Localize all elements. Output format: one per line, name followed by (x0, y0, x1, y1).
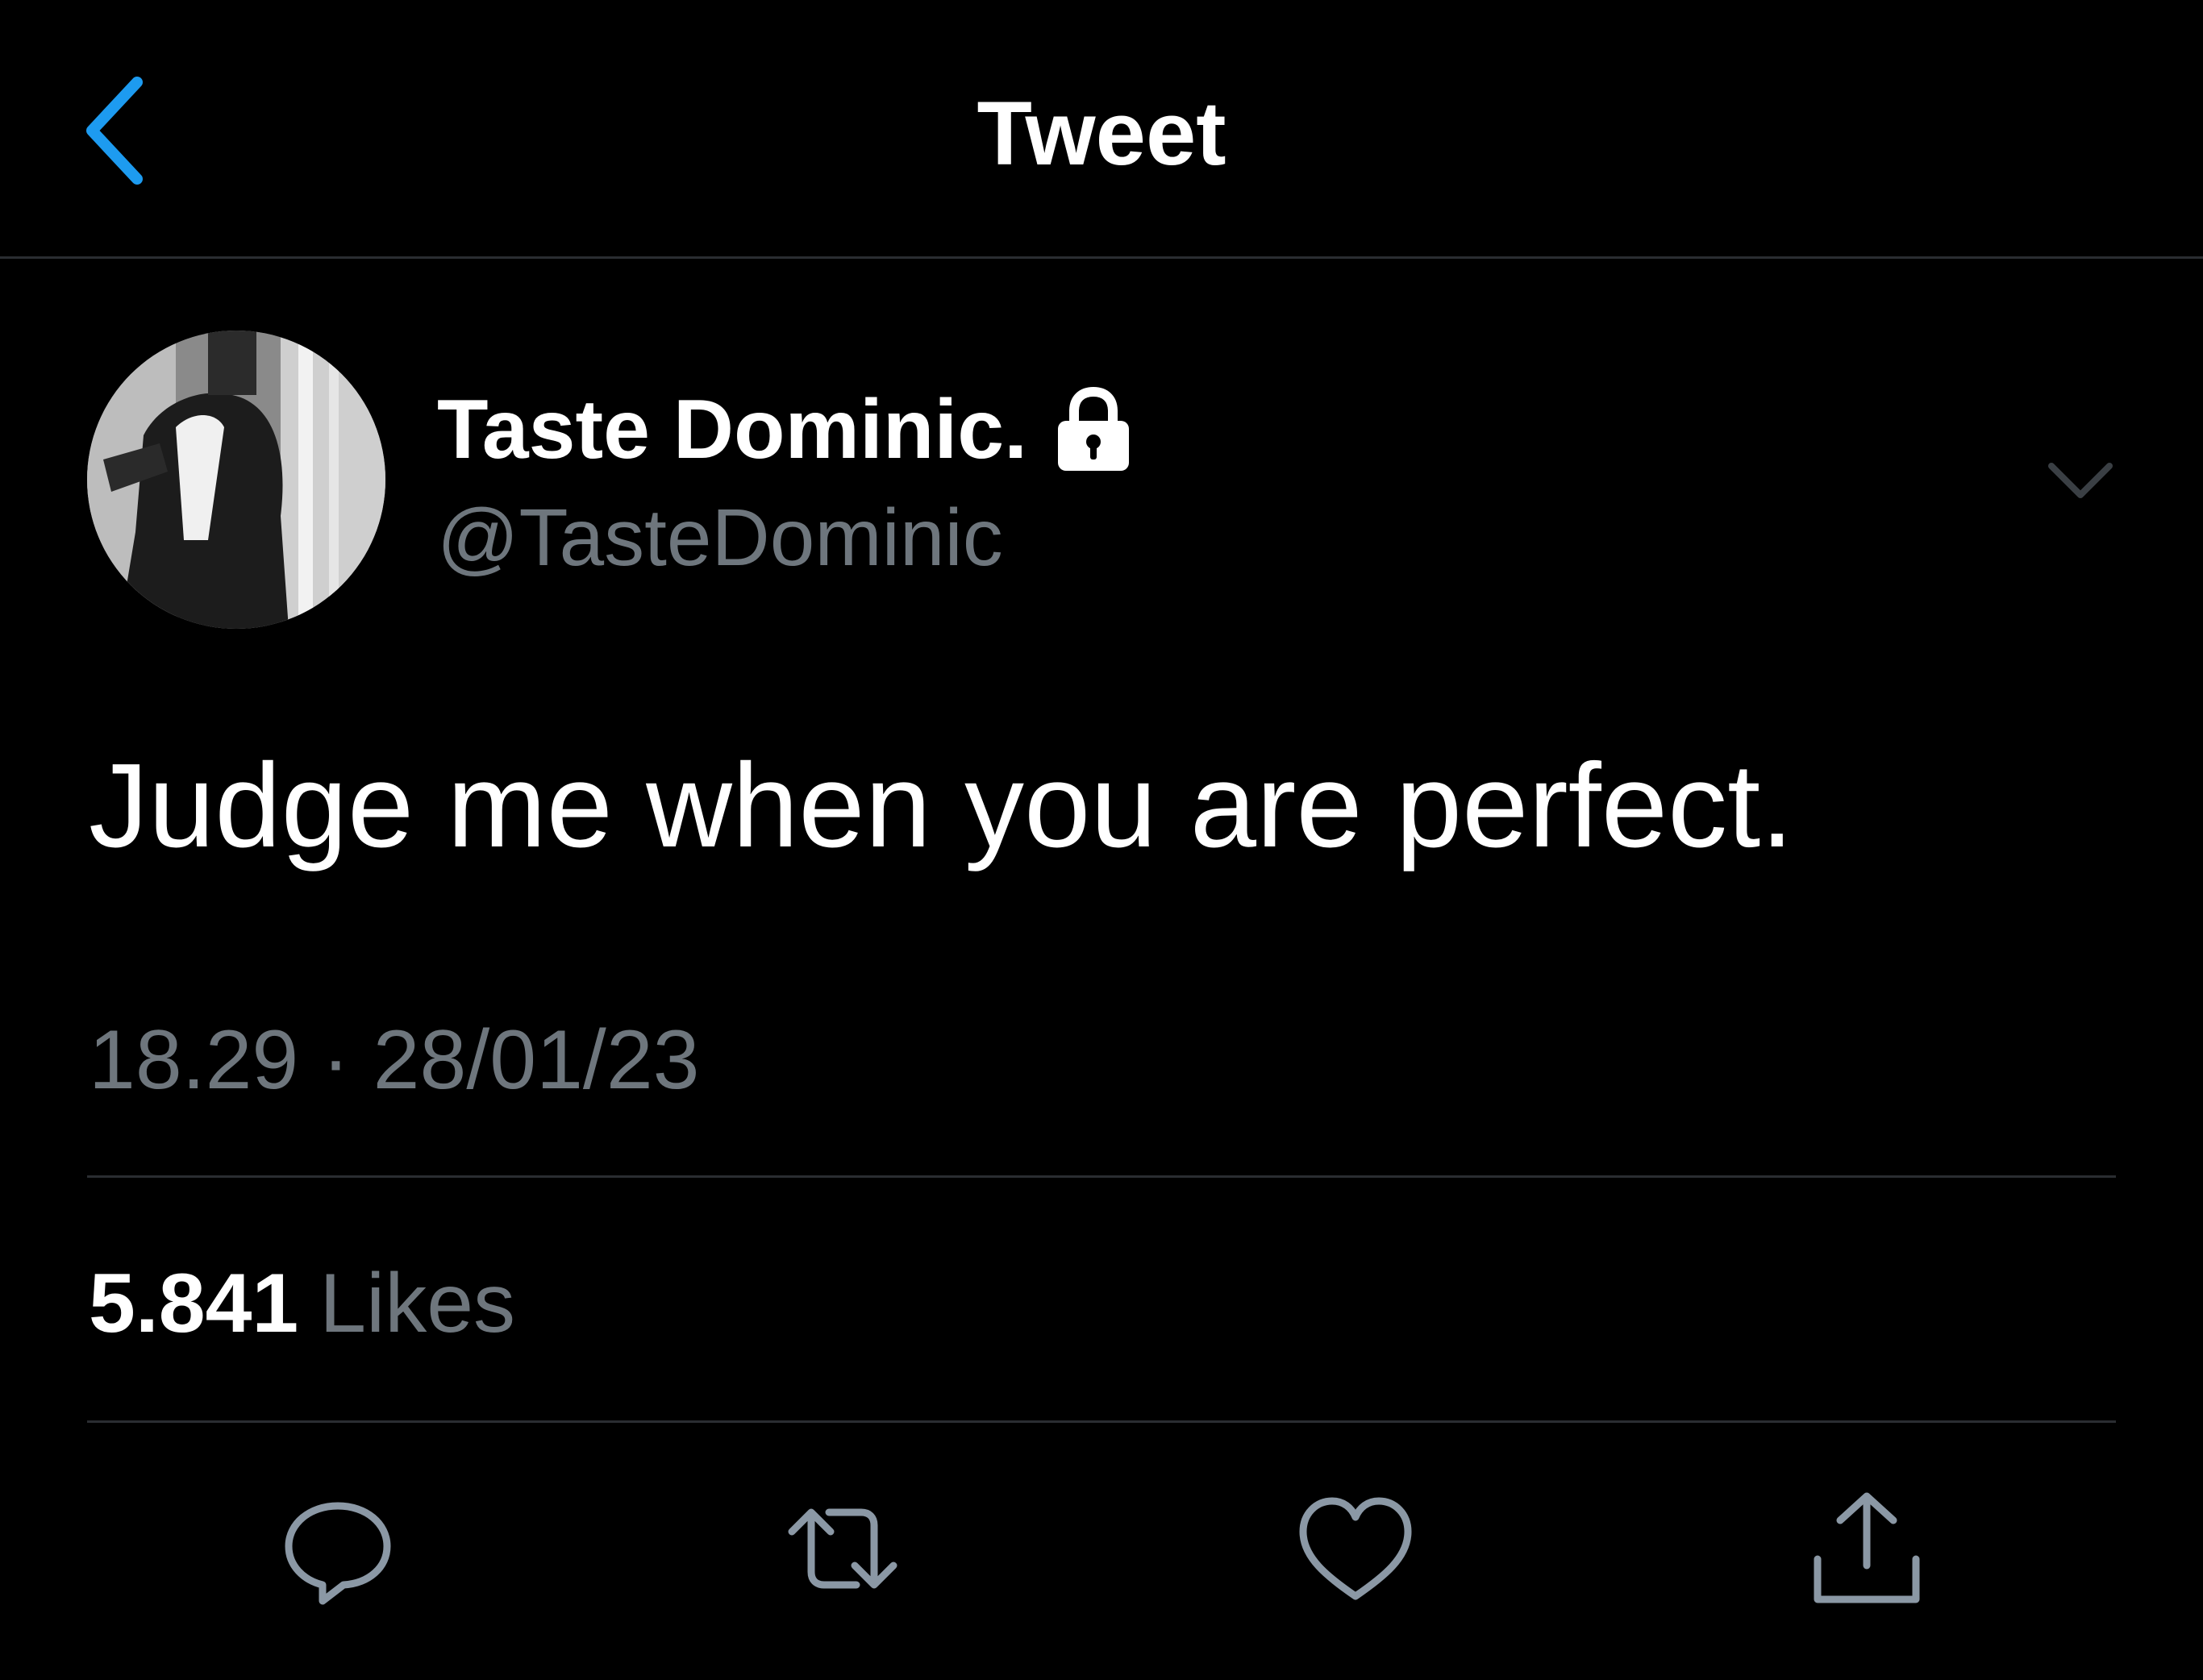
profile-photo (87, 331, 385, 629)
lock-icon (1058, 386, 1130, 471)
author-name-row[interactable]: Taste Dominic. (437, 377, 1135, 482)
retweet-button[interactable] (782, 1488, 903, 1609)
divider (87, 1420, 2116, 1423)
like-button[interactable] (1295, 1488, 1416, 1609)
divider (87, 1175, 2116, 1178)
header-divider (0, 256, 2203, 259)
likes-count: 5.841 (89, 1257, 299, 1350)
more-options-button[interactable] (2040, 448, 2121, 513)
avatar[interactable] (87, 331, 385, 629)
reply-button[interactable] (277, 1488, 398, 1609)
chevron-down-icon (2048, 463, 2113, 498)
display-name: Taste Dominic. (437, 382, 1028, 476)
share-icon (1814, 1492, 1920, 1603)
retweet-icon (788, 1508, 897, 1589)
share-button[interactable] (1806, 1488, 1927, 1609)
heart-icon (1299, 1497, 1412, 1600)
tweet-timestamp: 18.29 · 28/01/23 (89, 1013, 700, 1107)
reply-icon (285, 1502, 391, 1605)
author-handle[interactable]: @TasteDominic (437, 485, 1003, 590)
likes-label: Likes (319, 1257, 516, 1350)
tweet-text: Judge me when you are perfect. (89, 739, 1794, 872)
navigation-header: Tweet (0, 0, 2203, 259)
page-title: Tweet (977, 83, 1226, 184)
likes-summary[interactable]: 5.841 Likes (89, 1251, 515, 1356)
